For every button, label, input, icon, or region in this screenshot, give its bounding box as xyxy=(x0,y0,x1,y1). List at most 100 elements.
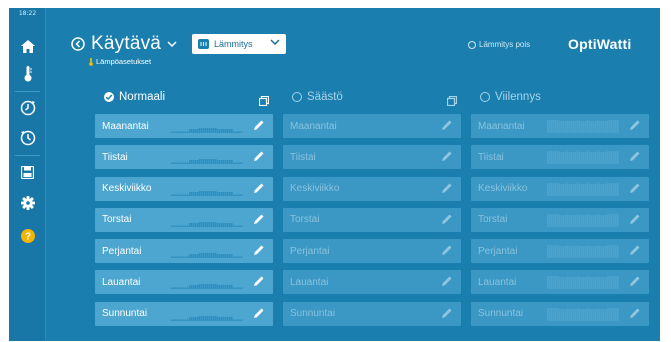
pencil-icon[interactable] xyxy=(628,307,641,320)
column-cooling[interactable]: Viilennys xyxy=(480,91,541,103)
pencil-icon[interactable] xyxy=(252,213,265,226)
heating-off-radio[interactable] xyxy=(468,40,476,49)
pencil-icon[interactable] xyxy=(440,275,453,288)
nav-save[interactable] xyxy=(9,158,46,186)
day-label: Tiistai xyxy=(478,151,504,163)
day-row-saving[interactable]: Lauantai xyxy=(283,270,461,295)
copy-icon xyxy=(258,95,270,107)
nav-schedule-back[interactable] xyxy=(9,124,46,152)
pencil-icon[interactable] xyxy=(252,119,265,132)
day-label: Keskiviikko xyxy=(478,183,528,195)
schedule-graph xyxy=(171,315,243,321)
pencil-icon[interactable] xyxy=(252,275,265,288)
back-circle-icon[interactable] xyxy=(71,37,85,51)
schedule-forward-icon xyxy=(20,100,35,116)
day-label: Keskiviikko xyxy=(102,183,152,195)
thermostat-screen: 18:22 ? Käytävä Lämpöasetukset Lämmitys … xyxy=(9,8,660,341)
pencil-icon[interactable] xyxy=(628,244,641,257)
day-row-saving[interactable]: Perjantai xyxy=(283,239,461,264)
day-label: Tiistai xyxy=(290,151,316,163)
pencil-icon[interactable] xyxy=(628,119,641,132)
day-list-cooling: Maanantai Tiistai Keskiviikko Torstai Perjan… xyxy=(471,114,649,333)
pencil-icon[interactable] xyxy=(252,182,265,195)
nav-schedule-forward[interactable] xyxy=(9,94,46,122)
heating-mode-value: Lämmitys xyxy=(214,39,253,49)
pencil-icon[interactable] xyxy=(440,307,453,320)
day-row-cooling[interactable]: Maanantai xyxy=(471,114,649,138)
nav-home[interactable] xyxy=(9,32,46,60)
chevron-down-icon xyxy=(167,40,177,47)
day-label: Sunnuntai xyxy=(102,308,148,320)
pencil-icon[interactable] xyxy=(440,182,453,195)
sidebar-divider xyxy=(15,155,40,156)
pencil-icon[interactable] xyxy=(628,150,641,163)
day-row-cooling[interactable]: Sunnuntai xyxy=(471,301,649,326)
heating-mode-select[interactable]: Lämmitys xyxy=(192,34,286,54)
day-label: Lauantai xyxy=(290,276,329,288)
day-row-normal[interactable]: Perjantai xyxy=(95,239,273,264)
schedule-graph xyxy=(547,151,619,165)
copy-normal-button[interactable] xyxy=(258,93,270,111)
day-label: Torstai xyxy=(478,214,508,226)
schedule-graph xyxy=(171,128,243,133)
day-label: Maanantai xyxy=(290,120,337,132)
pencil-icon[interactable] xyxy=(440,150,453,163)
pencil-icon[interactable] xyxy=(440,244,453,257)
day-label: Perjantai xyxy=(290,245,330,257)
nav-settings[interactable] xyxy=(9,189,46,217)
pencil-icon[interactable] xyxy=(628,213,641,226)
day-row-cooling[interactable]: Perjantai xyxy=(471,239,649,264)
radio-icon xyxy=(480,92,490,102)
day-row-cooling[interactable]: Keskiviikko xyxy=(471,176,649,201)
schedule-graph xyxy=(171,284,243,290)
save-icon xyxy=(21,165,34,179)
day-label: Maanantai xyxy=(102,120,149,132)
pencil-icon[interactable] xyxy=(628,275,641,288)
day-row-saving[interactable]: Keskiviikko xyxy=(283,176,461,201)
gear-icon xyxy=(20,196,35,210)
copy-saving-button[interactable] xyxy=(446,93,458,111)
day-row-normal[interactable]: Keskiviikko xyxy=(95,176,273,201)
room-selector[interactable]: Käytävä xyxy=(71,33,177,55)
heater-icon xyxy=(198,39,209,49)
sidebar-divider xyxy=(15,91,40,92)
schedule-back-icon xyxy=(20,130,35,146)
column-normal[interactable]: Normaali xyxy=(104,91,165,103)
day-row-cooling[interactable]: Torstai xyxy=(471,207,649,232)
day-label: Torstai xyxy=(290,214,320,226)
day-label: Maanantai xyxy=(478,120,525,132)
day-row-cooling[interactable]: Lauantai xyxy=(471,270,649,295)
pencil-icon[interactable] xyxy=(440,119,453,132)
day-row-normal[interactable]: Sunnuntai xyxy=(95,301,273,326)
pencil-icon[interactable] xyxy=(252,307,265,320)
schedule-graph xyxy=(547,213,619,227)
heating-off-toggle[interactable]: Lämmitys pois xyxy=(468,40,530,49)
subtitle-label: Lämpöasetukset xyxy=(96,57,152,66)
pencil-icon[interactable] xyxy=(252,150,265,163)
day-label: Lauantai xyxy=(478,276,517,288)
day-list-saving: Maanantai Tiistai Keskiviikko Torstai Perjan… xyxy=(283,114,461,333)
pencil-icon[interactable] xyxy=(440,213,453,226)
day-row-saving[interactable]: Sunnuntai xyxy=(283,301,461,326)
nav-help[interactable]: ? xyxy=(9,222,46,250)
column-saving[interactable]: Säästö xyxy=(292,91,343,103)
day-row-saving[interactable]: Maanantai xyxy=(283,114,461,138)
column-label: Normaali xyxy=(119,91,166,103)
pencil-icon[interactable] xyxy=(628,182,641,195)
day-row-normal[interactable]: Maanantai xyxy=(95,114,273,138)
day-row-normal[interactable]: Lauantai xyxy=(95,270,273,295)
day-row-cooling[interactable]: Tiistai xyxy=(471,145,649,170)
pencil-icon[interactable] xyxy=(252,244,265,257)
day-row-saving[interactable]: Tiistai xyxy=(283,145,461,170)
temperature-settings-link[interactable]: Lämpöasetukset xyxy=(89,57,151,66)
nav-temperature[interactable] xyxy=(9,60,46,88)
schedule-graph xyxy=(547,307,619,321)
day-row-normal[interactable]: Tiistai xyxy=(95,145,273,170)
day-label: Perjantai xyxy=(102,245,142,257)
day-row-normal[interactable]: Torstai xyxy=(95,207,273,232)
day-label: Sunnuntai xyxy=(478,308,524,320)
schedule-graph xyxy=(171,159,243,165)
day-row-saving[interactable]: Torstai xyxy=(283,207,461,232)
schedule-graph xyxy=(547,182,619,196)
chevron-down-icon xyxy=(270,39,280,46)
